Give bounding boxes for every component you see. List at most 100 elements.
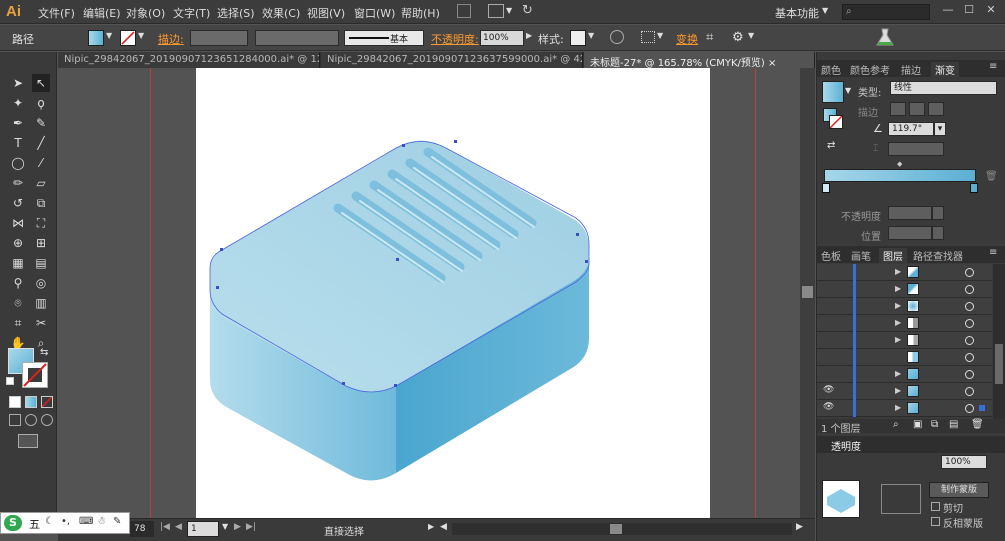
layer-row[interactable]: ▶ [817,332,992,349]
stop-location-field[interactable] [888,226,932,240]
tab-swatches[interactable]: 色板 [821,248,841,263]
draw-normal-icon[interactable] [9,414,21,426]
stroke-within-button[interactable] [890,102,906,116]
draw-inside-icon[interactable] [41,414,53,426]
stroke-across-button[interactable] [928,102,944,116]
clip-checkbox[interactable] [931,502,940,511]
magic-wand-tool-icon[interactable]: ✦ [9,94,27,112]
gradient-type-dropdown[interactable]: 线性 [890,81,997,95]
target-icon[interactable] [965,302,974,311]
layer-row[interactable]: 👁 ▶ [817,400,992,417]
menu-select[interactable]: 选择(S) [217,5,255,21]
style-chevron-icon[interactable]: ▼ [588,31,594,40]
gradient-stop-right[interactable] [970,183,978,193]
invert-mask-checkbox[interactable] [931,517,940,526]
new-layer-icon[interactable]: ▤ [949,419,958,430]
maximize-button[interactable]: ☐ [960,3,978,19]
target-icon[interactable] [965,404,974,413]
scale-tool-icon[interactable]: ⧉ [32,194,50,212]
perspective-grid-tool-icon[interactable]: ⊞ [32,234,50,252]
direct-selection-tool-icon[interactable]: ↖ [32,74,50,92]
artboard[interactable] [196,68,710,518]
width-tool-icon[interactable]: ⋈ [9,214,27,232]
layers-scrollbar[interactable] [993,264,1005,419]
ime-logo-icon[interactable]: S [4,515,22,531]
layers-panel-menu-icon[interactable]: ≡ [989,247,997,258]
gradient-preview-swatch[interactable] [822,81,844,103]
mask-thumbnail[interactable] [881,484,921,514]
arrange-icon[interactable]: ⚙ [732,30,744,45]
eraser-tool-icon[interactable]: ▱ [32,174,50,192]
layer-row[interactable]: ▶ [817,315,992,332]
stroke-chevron-icon[interactable]: ▼ [138,31,144,40]
expand-icon[interactable]: ▶ [895,335,901,344]
line-segment-tool-icon[interactable]: ╱ [32,134,50,152]
horizontal-scroll-thumb[interactable] [610,524,622,534]
ellipse-tool-icon[interactable]: ◯ [9,154,27,172]
menu-type[interactable]: 文字(T) [173,5,210,21]
stroke-mini-swatch[interactable] [829,115,843,129]
tab-document-2[interactable]: Nipic_29842067_20190907123637599000.ai* … [321,52,583,68]
fill-chevron-icon[interactable]: ▼ [106,31,112,40]
recolor-icon[interactable] [610,30,624,44]
target-icon[interactable] [965,285,974,294]
menu-file[interactable]: 文件(F) [38,5,75,21]
clipping-mask-icon[interactable]: ▣ [913,419,922,430]
artboard-chevron-icon[interactable]: ▼ [222,522,228,531]
graphic-style-swatch[interactable] [570,30,586,46]
ime-settings-icon[interactable]: ✎ [113,516,121,527]
visibility-eye-icon[interactable]: 👁 [823,385,834,395]
panel-menu-icon[interactable]: ≡ [989,61,997,72]
chevron-down-icon[interactable]: ▼ [506,6,512,15]
shape-builder-tool-icon[interactable]: ⊕ [9,234,27,252]
tab-gradient[interactable]: 渐变 [931,62,959,77]
next-artboard-icon[interactable]: ▶ [234,522,241,532]
ime-keyboard-icon[interactable]: ⌨ [79,516,93,527]
tab-layers[interactable]: 图层 [879,248,907,263]
target-icon[interactable] [965,353,974,362]
none-mode-icon[interactable] [41,396,53,408]
pen-tool-icon[interactable]: ✒ [9,114,27,132]
menu-view[interactable]: 视图(V) [307,5,345,21]
stop-location-chevron-icon[interactable] [932,226,944,240]
expand-icon[interactable]: ▶ [895,386,901,395]
layers-scroll-thumb[interactable] [995,344,1003,384]
delete-stop-icon[interactable]: 🗑 [985,171,998,182]
tab-transparency[interactable]: 透明度 [831,438,861,453]
tab-brushes[interactable]: 画笔 [851,248,871,263]
expand-icon[interactable]: ▶ [895,284,901,293]
status-arrow-icon[interactable]: ▶ [428,522,434,531]
midpoint-diamond-icon[interactable]: ◆ [897,160,902,168]
eyedropper-tool-icon[interactable]: ⚲ [9,274,27,292]
ime-mode-label[interactable]: 五 [29,516,40,532]
workspace-switcher[interactable]: 基本功能 [775,5,819,21]
target-icon[interactable] [965,336,974,345]
mesh-tool-icon[interactable]: ▦ [9,254,27,272]
stroke-color-box[interactable] [22,362,48,388]
search-input[interactable]: ⌕ [842,4,930,20]
gradient-slider[interactable] [824,169,976,182]
layer-row[interactable]: ▶ [817,264,992,281]
gradient-preset-chevron-icon[interactable]: ▼ [845,86,851,95]
tab-document-3[interactable]: 未标题-27* @ 165.78% (CMYK/预览) × [584,52,815,68]
swap-fill-stroke-icon[interactable]: ⇆ [40,347,48,358]
draw-behind-icon[interactable] [25,414,37,426]
menu-edit[interactable]: 编辑(E) [83,5,121,21]
transparency-opacity-field[interactable]: 100% [941,455,987,469]
opacity-arrow-icon[interactable]: ▶ [526,31,532,40]
menu-help[interactable]: 帮助(H) [401,5,440,21]
hscroll-right-icon[interactable]: ▶ [796,522,803,532]
layer-row[interactable]: ▶ [817,298,992,315]
opacity-label[interactable]: 不透明度: [431,31,479,47]
type-tool-icon[interactable]: T [9,134,27,152]
target-icon[interactable] [965,319,974,328]
aspect-ratio-field[interactable] [888,142,944,156]
align-chevron-icon[interactable]: ▼ [657,31,663,40]
canvas-area[interactable] [58,68,800,518]
color-mode-icon[interactable] [9,396,21,408]
paintbrush-tool-icon[interactable]: ⁄ [32,154,50,172]
zoom-level-field[interactable]: 78 [130,521,154,537]
tab-color[interactable]: 颜色 [821,62,841,77]
artboard-number-field[interactable]: 1 [187,521,219,537]
expand-icon[interactable]: ▶ [895,267,901,276]
